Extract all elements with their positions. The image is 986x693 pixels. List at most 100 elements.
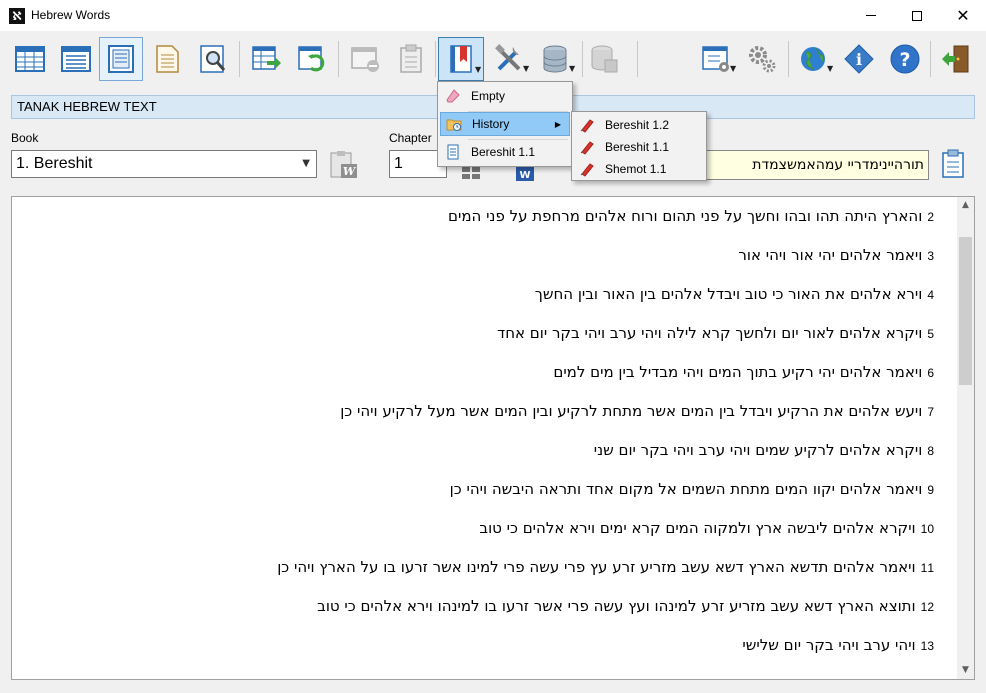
- minimize-button[interactable]: [848, 0, 894, 31]
- paste-button[interactable]: [937, 148, 969, 180]
- verse-number: 3: [927, 249, 934, 263]
- document-button[interactable]: [145, 37, 189, 81]
- submenu-arrow-icon: ▶: [554, 119, 561, 129]
- clipboard-button[interactable]: [389, 37, 433, 81]
- verse-number: 13: [920, 639, 934, 653]
- gears-button[interactable]: [740, 37, 784, 81]
- book-select[interactable]: 1. Bereshit ▼: [11, 150, 317, 178]
- chevron-down-icon: ▼: [569, 64, 576, 73]
- verse-number: 11: [920, 561, 934, 575]
- verse-text: ויהי ערב ויהי בקר יום שלישי: [742, 636, 916, 654]
- submenu-item-bereshit-1-1[interactable]: Bereshit 1.1: [574, 136, 704, 158]
- menu-item-empty[interactable]: Empty: [440, 84, 570, 108]
- close-icon: ✕: [956, 5, 970, 25]
- window-title: Hebrew Words: [31, 8, 111, 22]
- scrollbar-thumb[interactable]: [959, 237, 972, 385]
- toolbar-separator: [788, 41, 789, 77]
- bookmarks-icon: [450, 45, 472, 73]
- maximize-icon: [912, 10, 922, 21]
- title-bar: ℵ Hebrew Words ✕: [0, 0, 986, 31]
- chevron-down-icon: ▼: [827, 64, 834, 73]
- verse-text: ויאמר אלהים תדשא הארץ דשא עשב מזריע זרע …: [277, 558, 916, 576]
- gears-icon: [749, 46, 776, 73]
- info-button[interactable]: i: [837, 37, 881, 81]
- hebrew-text-pane[interactable]: 2 והארץ היתה תהו ובהו וחשך על פני תהום ור…: [11, 196, 975, 680]
- page-view-icon: [108, 45, 134, 73]
- menu-item-label: Empty: [471, 89, 506, 103]
- document-icon: [156, 45, 179, 73]
- document-icon: [445, 144, 461, 160]
- bookmarks-button[interactable]: ▼: [438, 37, 484, 81]
- verse-line: 7 ויעש אלהים את הרקיע ויבדל בין המים אשר …: [340, 396, 934, 426]
- verse-line: 5 ויקרא אלהים לאור יום ולחשך קרא לילה ויה…: [497, 318, 934, 348]
- maximize-button[interactable]: [894, 0, 940, 31]
- export-word-button[interactable]: W: [327, 149, 359, 181]
- tools-button[interactable]: ▼: [485, 37, 533, 81]
- bookmark-pin-icon: [579, 161, 595, 177]
- chevron-down-icon: ▼: [302, 158, 310, 169]
- menu-item-label: History: [472, 117, 510, 131]
- database-button[interactable]: ▼: [531, 37, 579, 81]
- settings-list-icon: [702, 46, 729, 72]
- globe-icon: [801, 47, 825, 71]
- bookmark-pin-icon: [579, 139, 595, 155]
- menu-item-bereshit-1-1[interactable]: Bereshit 1.1: [440, 140, 570, 164]
- verse-text: ויאמר אלהים יהי אור ויהי אור: [738, 246, 923, 264]
- verse-line: 8 ויקרא אלהים לרקיע שמים ויהי ערב ויהי בק…: [594, 435, 934, 465]
- exit-button[interactable]: [934, 37, 978, 81]
- vertical-scrollbar[interactable]: ▲ ▼: [957, 197, 974, 679]
- svg-text:W: W: [519, 170, 530, 181]
- verse-number: 12: [920, 600, 934, 614]
- eraser-icon: [445, 88, 461, 104]
- history-folder-icon: [446, 116, 462, 132]
- verse-number: 9: [927, 483, 934, 497]
- verse-line: 2 והארץ היתה תהו ובהו וחשך על פני תהום ור…: [448, 201, 934, 231]
- verse-line: 4 וירא אלהים את האור כי טוב ויבדל אלהים ב…: [535, 279, 934, 309]
- table-view-icon: [15, 46, 45, 72]
- page-view-button[interactable]: [99, 37, 143, 81]
- close-button[interactable]: ✕: [940, 0, 986, 31]
- globe-button[interactable]: ▼: [791, 37, 837, 81]
- verse-line: 3 ויאמר אלהים יהי אור ויהי אור: [738, 240, 934, 270]
- save-database-button[interactable]: [582, 37, 626, 81]
- menu-item-history[interactable]: History ▶: [440, 112, 570, 136]
- exit-door-icon: [942, 45, 969, 73]
- verse-text: ויאמר אלהים יקוו המים מתחת השמים אל מקום…: [449, 480, 923, 498]
- submenu-item-bereshit-1-2[interactable]: Bereshit 1.2: [574, 114, 704, 136]
- close-window-button[interactable]: [343, 37, 387, 81]
- verse-text: ויקרא אלהים לאור יום ולחשך קרא לילה ויהי…: [497, 324, 923, 342]
- submenu-item-label: Shemot 1.1: [605, 162, 667, 176]
- clipboard-icon: [942, 149, 964, 178]
- scroll-up-icon[interactable]: ▲: [957, 197, 974, 214]
- help-button[interactable]: ?: [883, 37, 927, 81]
- refresh-table-button[interactable]: [290, 37, 334, 81]
- submenu-item-shemot-1-1[interactable]: Shemot 1.1: [574, 158, 704, 180]
- list-view-button[interactable]: [54, 37, 98, 81]
- verse-text: ויקרא אלהים לרקיע שמים ויהי ערב ויהי בקר…: [593, 441, 923, 459]
- chapter-label: Chapter: [389, 131, 432, 145]
- submenu-item-label: Bereshit 1.2: [605, 118, 670, 132]
- help-icon: ?: [890, 44, 920, 74]
- verse-number: 10: [920, 522, 934, 536]
- toolbar-separator: [338, 41, 339, 77]
- toolbar-separator: [435, 41, 436, 77]
- search-document-button[interactable]: [191, 37, 235, 81]
- save-database-icon: [591, 45, 618, 73]
- scroll-down-icon[interactable]: ▼: [957, 662, 974, 679]
- verse-line: 10 ויקרא אלהים ליבשה ארץ ולמקוה המים קרא …: [479, 513, 934, 543]
- verse-text: ויאמר אלהים יהי רקיע בתוך המים ויהי מבדי…: [553, 363, 923, 381]
- settings-list-button[interactable]: ▼: [692, 37, 740, 81]
- chevron-down-icon: ▼: [523, 64, 530, 73]
- table-view-button[interactable]: [8, 37, 52, 81]
- help-glyph: ?: [899, 49, 910, 71]
- submenu-item-label: Bereshit 1.1: [605, 140, 670, 154]
- bookmarks-menu: Empty History ▶ Bereshit 1.1: [437, 81, 573, 167]
- verse-text: והארץ היתה תהו ובהו וחשך על פני תהום ורו…: [448, 207, 923, 225]
- book-select-value: 1. Bereshit: [16, 155, 93, 172]
- toolbar-separator: [930, 41, 931, 77]
- search-text-field[interactable]: תורהיינימדריי עמהאמשצמדת: [705, 150, 929, 180]
- search-document-icon: [200, 45, 226, 73]
- verse-number: 6: [927, 366, 934, 380]
- verse-text: וירא אלהים את האור כי טוב ויבדל אלהים בי…: [534, 285, 923, 303]
- export-table-button[interactable]: [244, 37, 288, 81]
